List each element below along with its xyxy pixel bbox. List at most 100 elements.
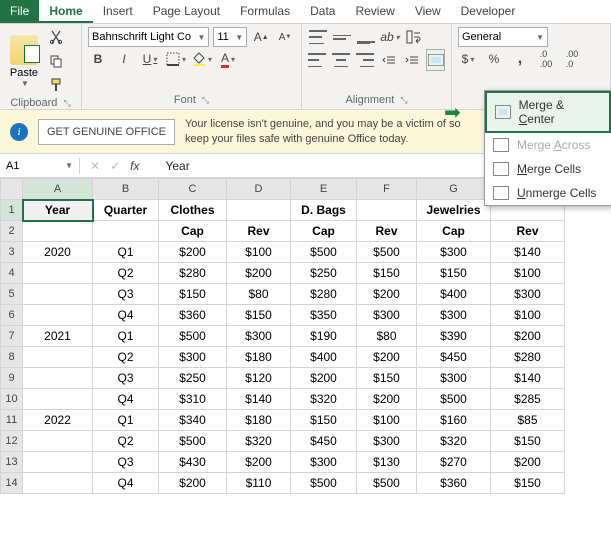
menu-merge-cells[interactable]: Merge Cells	[485, 157, 611, 181]
cell[interactable]: Q3	[93, 368, 159, 389]
cell[interactable]: $80	[227, 284, 291, 305]
cell[interactable]	[23, 368, 93, 389]
dialog-launcher-icon[interactable]: ⤡	[202, 95, 209, 106]
cell[interactable]: Q1	[93, 410, 159, 431]
cell[interactable]: 2021	[23, 326, 93, 347]
col-header[interactable]: E	[291, 179, 357, 200]
italic-button[interactable]: I	[114, 49, 134, 69]
borders-button[interactable]: ▾	[166, 49, 186, 69]
cell[interactable]: Q2	[93, 347, 159, 368]
cell[interactable]: $320	[291, 389, 357, 410]
cell[interactable]: $200	[227, 263, 291, 284]
name-box[interactable]: A1▼	[0, 158, 80, 174]
col-header[interactable]: D	[227, 179, 291, 200]
cell[interactable]: $320	[417, 431, 491, 452]
cell[interactable]	[23, 431, 93, 452]
cell[interactable]: $285	[491, 389, 565, 410]
cell[interactable]: $300	[357, 431, 417, 452]
cell[interactable]: $200	[491, 452, 565, 473]
paste-button[interactable]: Paste ▼	[6, 35, 42, 88]
merge-center-button[interactable]	[426, 49, 445, 71]
row-header[interactable]: 8	[1, 347, 23, 368]
cell[interactable]: $500	[357, 473, 417, 494]
font-size-select[interactable]: 11▼	[213, 27, 247, 47]
cell[interactable]: $200	[227, 452, 291, 473]
row-header[interactable]: 1	[1, 200, 23, 221]
cell[interactable]: $190	[291, 326, 357, 347]
cancel-icon[interactable]: ✕	[90, 159, 100, 173]
cell[interactable]: $150	[491, 473, 565, 494]
wrap-text-button[interactable]	[404, 27, 424, 47]
menu-merge-across[interactable]: Merge Across	[485, 133, 611, 157]
row-header[interactable]: 5	[1, 284, 23, 305]
cell[interactable]: $350	[291, 305, 357, 326]
align-middle-button[interactable]	[332, 27, 352, 47]
align-top-button[interactable]	[308, 27, 328, 47]
cell[interactable]: $500	[417, 389, 491, 410]
dialog-launcher-icon[interactable]: ⤡	[63, 98, 70, 109]
underline-button[interactable]: U▾	[140, 49, 160, 69]
cell[interactable]: $100	[227, 242, 291, 263]
cell[interactable]: $400	[291, 347, 357, 368]
cell[interactable]: $300	[227, 326, 291, 347]
cell[interactable]: Clothes	[159, 200, 227, 221]
cell[interactable]: $360	[159, 305, 227, 326]
cell[interactable]: $450	[291, 431, 357, 452]
row-header[interactable]: 13	[1, 452, 23, 473]
cell[interactable]	[23, 389, 93, 410]
formula-input[interactable]: Year	[149, 159, 189, 173]
dialog-launcher-icon[interactable]: ⤡	[400, 95, 407, 106]
row-header[interactable]: 10	[1, 389, 23, 410]
cell[interactable]: $200	[357, 347, 417, 368]
cell[interactable]: 2022	[23, 410, 93, 431]
row-header[interactable]: 7	[1, 326, 23, 347]
cell[interactable]: $140	[491, 242, 565, 263]
row-header[interactable]: 14	[1, 473, 23, 494]
cell[interactable]: $340	[159, 410, 227, 431]
tab-developer[interactable]: Developer	[451, 0, 526, 23]
spreadsheet-grid[interactable]: A B C D E F G H 1 Year Quarter Clothes D…	[0, 178, 565, 494]
align-left-button[interactable]	[308, 50, 326, 70]
cell[interactable]: $160	[417, 410, 491, 431]
cell[interactable]: $100	[357, 410, 417, 431]
cell[interactable]: $150	[357, 263, 417, 284]
cell[interactable]: $300	[417, 242, 491, 263]
decrease-decimal-button[interactable]: .00.0	[562, 49, 582, 69]
tab-home[interactable]: Home	[39, 0, 92, 23]
cell[interactable]: $450	[417, 347, 491, 368]
cell[interactable]: $85	[491, 410, 565, 431]
col-header[interactable]: B	[93, 179, 159, 200]
align-center-button[interactable]	[332, 50, 350, 70]
cell[interactable]: $140	[227, 389, 291, 410]
cell[interactable]: $280	[159, 263, 227, 284]
cell[interactable]: $500	[291, 473, 357, 494]
cell[interactable]: Cap	[417, 221, 491, 242]
cell[interactable]: Q1	[93, 242, 159, 263]
orientation-button[interactable]: ab▾	[380, 27, 400, 47]
cell[interactable]: $140	[491, 368, 565, 389]
cell[interactable]: $100	[491, 305, 565, 326]
cell[interactable]: $150	[491, 431, 565, 452]
cell[interactable]: $500	[357, 242, 417, 263]
cell[interactable]: Year	[23, 200, 93, 221]
cell[interactable]: Q3	[93, 284, 159, 305]
get-genuine-button[interactable]: GET GENUINE OFFICE	[38, 119, 175, 145]
cell[interactable]: Rev	[357, 221, 417, 242]
cell[interactable]: $100	[491, 263, 565, 284]
increase-decimal-button[interactable]: .0.00	[536, 49, 556, 69]
cell[interactable]: Q2	[93, 431, 159, 452]
cell[interactable]: $180	[227, 347, 291, 368]
row-header[interactable]: 6	[1, 305, 23, 326]
menu-merge-center[interactable]: Merge & Center	[485, 91, 611, 133]
cell[interactable]: D. Bags	[291, 200, 357, 221]
cell[interactable]: $400	[417, 284, 491, 305]
cell[interactable]: Q2	[93, 263, 159, 284]
number-format-select[interactable]: General▼	[458, 27, 548, 47]
cell[interactable]: Quarter	[93, 200, 159, 221]
bold-button[interactable]: B	[88, 49, 108, 69]
align-bottom-button[interactable]	[356, 27, 376, 47]
decrease-indent-button[interactable]	[380, 50, 397, 70]
cell[interactable]: $200	[357, 284, 417, 305]
cut-button[interactable]	[46, 27, 66, 47]
cell[interactable]: $320	[227, 431, 291, 452]
